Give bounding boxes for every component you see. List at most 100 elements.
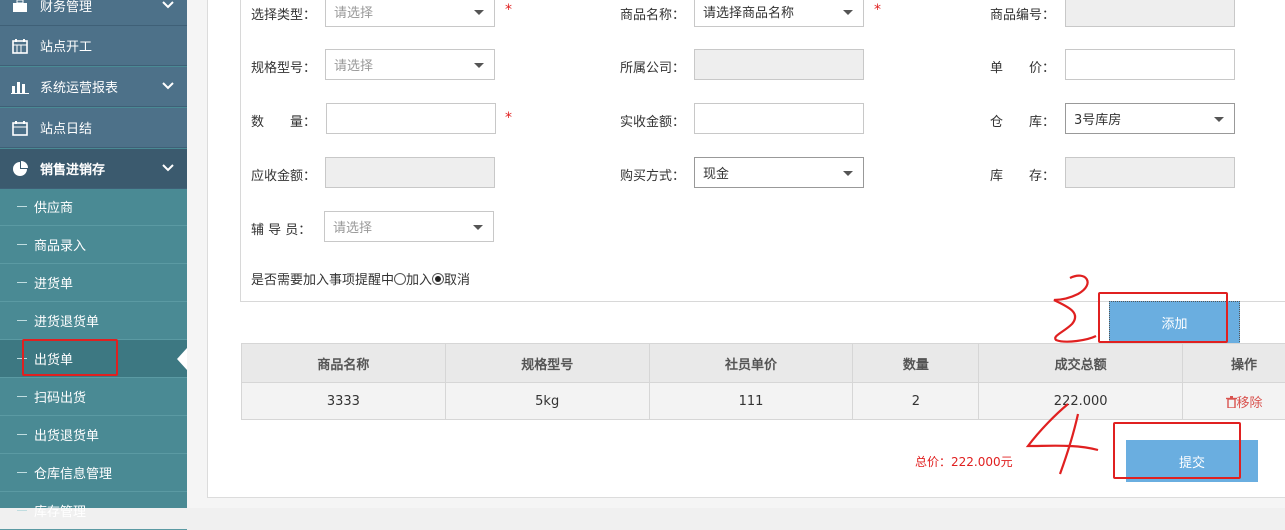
select-type-dropdown[interactable]: 请选择 [325, 0, 495, 27]
warehouse-dropdown[interactable]: 3号库房 [1065, 103, 1235, 134]
sidebar: 财务管理 站点开工 系统运营报表 站点日结 销售进销存 供应商 商品录入 进货单… [0, 0, 187, 508]
product-name-label: 商品名称： [620, 4, 685, 23]
submenu-scan-outbound[interactable]: 扫码出货 [0, 378, 187, 416]
briefcase-icon [10, 0, 30, 16]
product-name-dropdown[interactable]: 请选择商品名称 [694, 0, 864, 27]
unit-price-input[interactable] [1065, 49, 1235, 80]
stock-field [1065, 157, 1235, 188]
chevron-down-icon [161, 0, 175, 12]
pie-chart-icon [10, 159, 30, 179]
submenu-label: 商品录入 [34, 235, 86, 254]
active-caret [177, 348, 187, 370]
submenu-purchase-return[interactable]: 进货退货单 [0, 302, 187, 340]
actual-amount-input[interactable] [694, 103, 864, 134]
cell-price: 111 [649, 383, 853, 420]
dropdown-arrow-icon [473, 225, 483, 230]
product-code-label: 商品编号： [990, 4, 1055, 23]
submenu-supplier[interactable]: 供应商 [0, 188, 187, 226]
select-type-placeholder: 请选择 [334, 2, 373, 21]
company-label: 所属公司： [620, 57, 685, 76]
reminder-add-radio[interactable] [394, 273, 406, 285]
col-header-qty: 数量 [853, 344, 979, 383]
chevron-down-icon [161, 161, 175, 175]
remove-link[interactable]: 移除 [1226, 396, 1263, 411]
quantity-input[interactable] [326, 103, 496, 134]
select-type-label: 选择类型： [251, 4, 316, 23]
cell-action: 移除 [1183, 383, 1285, 420]
dropdown-arrow-icon [843, 171, 853, 176]
annotation-number-4 [1020, 400, 1100, 480]
payment-dropdown[interactable]: 现金 [694, 157, 864, 188]
receivable-field [325, 157, 495, 188]
col-header-price: 社员单价 [649, 344, 853, 383]
receivable-label: 应收金额： [251, 165, 316, 184]
bar-chart-icon [10, 77, 30, 97]
menu-finance-label: 财务管理 [40, 0, 92, 15]
total-price: 总价：222.000元 [915, 453, 1013, 470]
submenu-stock-management[interactable]: 库存管理 [0, 492, 187, 530]
warehouse-label: 仓 库： [990, 111, 1055, 130]
reminder-add-label: 加入 [406, 273, 432, 288]
col-header-name: 商品名称 [242, 344, 446, 383]
required-mark: * [505, 110, 512, 126]
reminder-row: 是否需要加入事项提醒中加入取消 [251, 269, 470, 288]
required-mark: * [874, 2, 881, 18]
required-mark: * [505, 2, 512, 18]
col-header-action: 操作 [1183, 344, 1285, 383]
order-items-table: 商品名称 规格型号 社员单价 数量 成交总额 操作 3333 5kg 111 2… [241, 343, 1285, 420]
submenu-label: 出货退货单 [34, 425, 99, 444]
cell-name: 3333 [242, 383, 446, 420]
submenu-label: 库存管理 [34, 501, 86, 520]
trash-icon [1226, 396, 1237, 408]
quantity-label: 数 量： [251, 111, 316, 130]
reminder-cancel-radio[interactable] [432, 273, 444, 285]
spec-model-label: 规格型号： [251, 57, 316, 76]
reminder-label: 是否需要加入事项提醒中 [251, 273, 394, 288]
submenu-label: 进货退货单 [34, 311, 99, 330]
company-field [694, 49, 864, 80]
submenu-warehouse-info[interactable]: 仓库信息管理 [0, 454, 187, 492]
annotation-box-add [1098, 292, 1228, 343]
dropdown-arrow-icon [474, 63, 484, 68]
menu-sales-inventory[interactable]: 销售进销存 [0, 149, 187, 189]
cell-spec: 5kg [445, 383, 649, 420]
payment-label: 购买方式： [620, 165, 685, 184]
submenu-label: 供应商 [34, 197, 73, 216]
annotation-box-submit [1113, 422, 1241, 479]
stock-label: 库 存： [990, 165, 1055, 184]
menu-site-open-label: 站点开工 [40, 36, 92, 55]
menu-site-open[interactable]: 站点开工 [0, 26, 187, 66]
cell-qty: 2 [853, 383, 979, 420]
table-header-row: 商品名称 规格型号 社员单价 数量 成交总额 操作 [242, 344, 1285, 383]
assistant-dropdown[interactable]: 请选择 [324, 211, 494, 242]
submenu-outbound-return[interactable]: 出货退货单 [0, 416, 187, 454]
menu-reports[interactable]: 系统运营报表 [0, 67, 187, 107]
spec-model-dropdown[interactable]: 请选择 [325, 49, 495, 80]
col-header-spec: 规格型号 [445, 344, 649, 383]
payment-value: 现金 [703, 163, 729, 182]
menu-daily-close[interactable]: 站点日结 [0, 108, 187, 148]
calendar-icon [10, 36, 30, 56]
submenu-product-entry[interactable]: 商品录入 [0, 226, 187, 264]
submenu-label: 进货单 [34, 273, 73, 292]
menu-daily-close-label: 站点日结 [40, 118, 92, 137]
dropdown-arrow-icon [474, 10, 484, 15]
actual-amount-label: 实收金额： [620, 111, 685, 130]
unit-price-label: 单 价： [990, 57, 1055, 76]
chevron-down-icon [161, 79, 175, 93]
remove-label: 移除 [1237, 396, 1263, 411]
menu-reports-label: 系统运营报表 [40, 77, 118, 96]
spec-model-placeholder: 请选择 [334, 55, 373, 74]
menu-finance[interactable]: 财务管理 [0, 0, 187, 26]
content-panel: 选择类型： 请选择 * 商品名称： 请选择商品名称 * 商品编号： 规格型号： … [207, 0, 1285, 498]
assistant-placeholder: 请选择 [333, 217, 372, 236]
submenu-label: 扫码出货 [34, 387, 86, 406]
submenu-label: 仓库信息管理 [34, 463, 112, 482]
submenu-purchase-order[interactable]: 进货单 [0, 264, 187, 302]
assistant-label: 辅 导 员： [251, 219, 311, 238]
dropdown-arrow-icon [843, 10, 853, 15]
warehouse-value: 3号库房 [1074, 109, 1121, 128]
annotation-number-3 [1018, 270, 1098, 360]
reminder-cancel-label: 取消 [444, 273, 470, 288]
product-code-field [1065, 0, 1235, 27]
